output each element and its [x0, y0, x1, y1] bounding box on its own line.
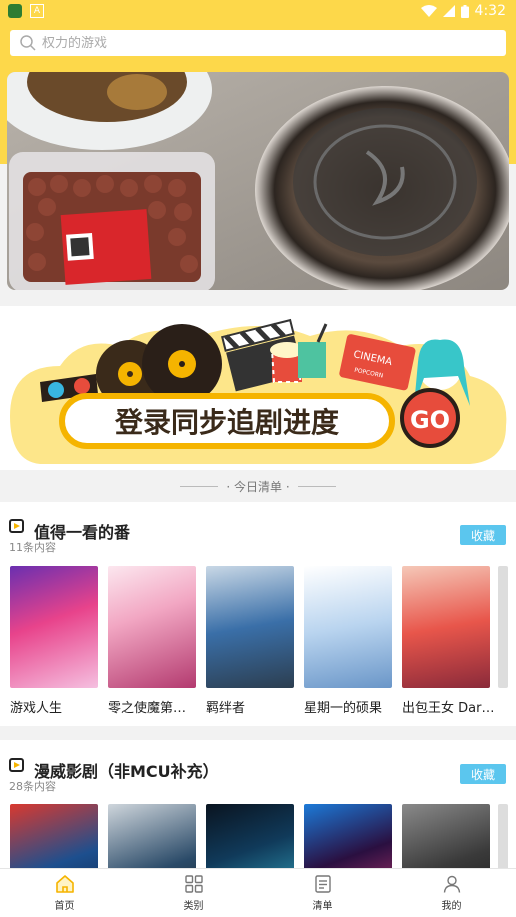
poster-card[interactable] — [402, 804, 490, 868]
poster-row: 游戏人生 零之使魔第… 羁绊者 星期一的硕果 出包王女 Dar… — [10, 566, 494, 716]
battery-icon — [460, 4, 469, 18]
text-notification-icon: A — [30, 4, 44, 18]
section-marvel-series: 漫威影剧（非MCU补充） 28条内容 收藏 — [0, 740, 516, 868]
poster-title: 羁绊者 — [206, 701, 246, 716]
poster-title: 星期一的硕果 — [304, 701, 383, 716]
poster-image — [206, 804, 294, 868]
tab-profile[interactable]: 我的 — [387, 869, 516, 917]
banner-image — [7, 72, 509, 290]
section-count: 28条内容 — [9, 780, 56, 793]
poster-title: 出包王女 Dar… — [402, 701, 494, 716]
wifi-icon — [420, 5, 437, 17]
section-title: 漫威影剧（非MCU补充） — [34, 762, 219, 781]
banner-carousel[interactable] — [7, 72, 509, 290]
poster-card[interactable] — [10, 804, 98, 868]
poster-image — [10, 566, 98, 688]
poster-title: 游戏人生 — [10, 701, 63, 716]
poster-title: 零之使魔第… — [108, 701, 187, 716]
go-button-label: GO — [410, 406, 450, 434]
poster-card[interactable]: 出包王女 Dar… — [402, 566, 494, 716]
today-list-label: · 今日清单 · — [226, 479, 290, 494]
promo-text: 登录同步追剧进度 — [114, 406, 339, 439]
poster-image — [10, 804, 98, 868]
tab-label: 类别 — [183, 901, 204, 912]
home-icon — [55, 875, 74, 893]
tab-category[interactable]: 类别 — [129, 869, 258, 917]
login-sync-promo[interactable]: CINEMA POPCORN 登录同步追剧进度 GO — [0, 306, 516, 470]
today-list-divider: · 今日清单 · — [0, 472, 516, 500]
status-bar: A 4:32 — [0, 0, 516, 24]
favorite-button[interactable]: 收藏 — [460, 525, 506, 545]
search-icon — [20, 35, 36, 51]
poster-image — [304, 566, 392, 688]
divider-line-right — [297, 485, 336, 487]
tab-label: 首页 — [54, 901, 75, 912]
poster-peek — [498, 566, 508, 688]
poster-image — [402, 804, 490, 868]
poster-card[interactable]: 星期一的硕果 — [304, 566, 392, 716]
app-notification-icon — [8, 4, 22, 18]
poster-image — [108, 804, 196, 868]
tab-list[interactable]: 清单 — [258, 869, 387, 917]
play-list-icon — [9, 519, 24, 533]
divider-line-left — [180, 485, 219, 487]
poster-image — [108, 566, 196, 688]
status-notifications: A — [8, 4, 44, 18]
poster-image — [304, 804, 392, 868]
favorite-button[interactable]: 收藏 — [460, 764, 506, 784]
grid-icon — [184, 875, 203, 893]
promo-illustration: CINEMA POPCORN 登录同步追剧进度 GO — [10, 318, 507, 464]
poster-card[interactable]: 羁绊者 — [206, 566, 294, 716]
poster-image — [206, 566, 294, 688]
signal-icon — [442, 5, 455, 17]
search-input[interactable] — [36, 35, 482, 51]
search-bar[interactable] — [10, 30, 506, 56]
poster-image — [402, 566, 490, 688]
tab-home[interactable]: 首页 — [0, 869, 129, 917]
poster-card[interactable] — [304, 804, 392, 868]
section-worth-watching: 值得一看的番 11条内容 收藏 游戏人生 零之使魔第… 羁绊者 星期一的硕果 出… — [0, 502, 516, 726]
poster-card[interactable] — [206, 804, 294, 868]
poster-card[interactable]: 游戏人生 — [10, 566, 98, 716]
status-indicators: 4:32 — [420, 3, 506, 19]
status-time: 4:32 — [474, 3, 506, 19]
tab-label: 清单 — [312, 901, 333, 912]
person-icon — [443, 875, 460, 893]
list-icon — [314, 875, 331, 893]
poster-peek — [498, 804, 508, 868]
tab-label: 我的 — [441, 901, 462, 912]
poster-card[interactable]: 零之使魔第… — [108, 566, 196, 716]
poster-card[interactable] — [108, 804, 196, 868]
section-count: 11条内容 — [9, 541, 56, 554]
play-list-icon — [9, 758, 24, 772]
bottom-tab-bar: 首页 类别 清单 我的 — [0, 868, 516, 917]
poster-row — [10, 804, 490, 868]
